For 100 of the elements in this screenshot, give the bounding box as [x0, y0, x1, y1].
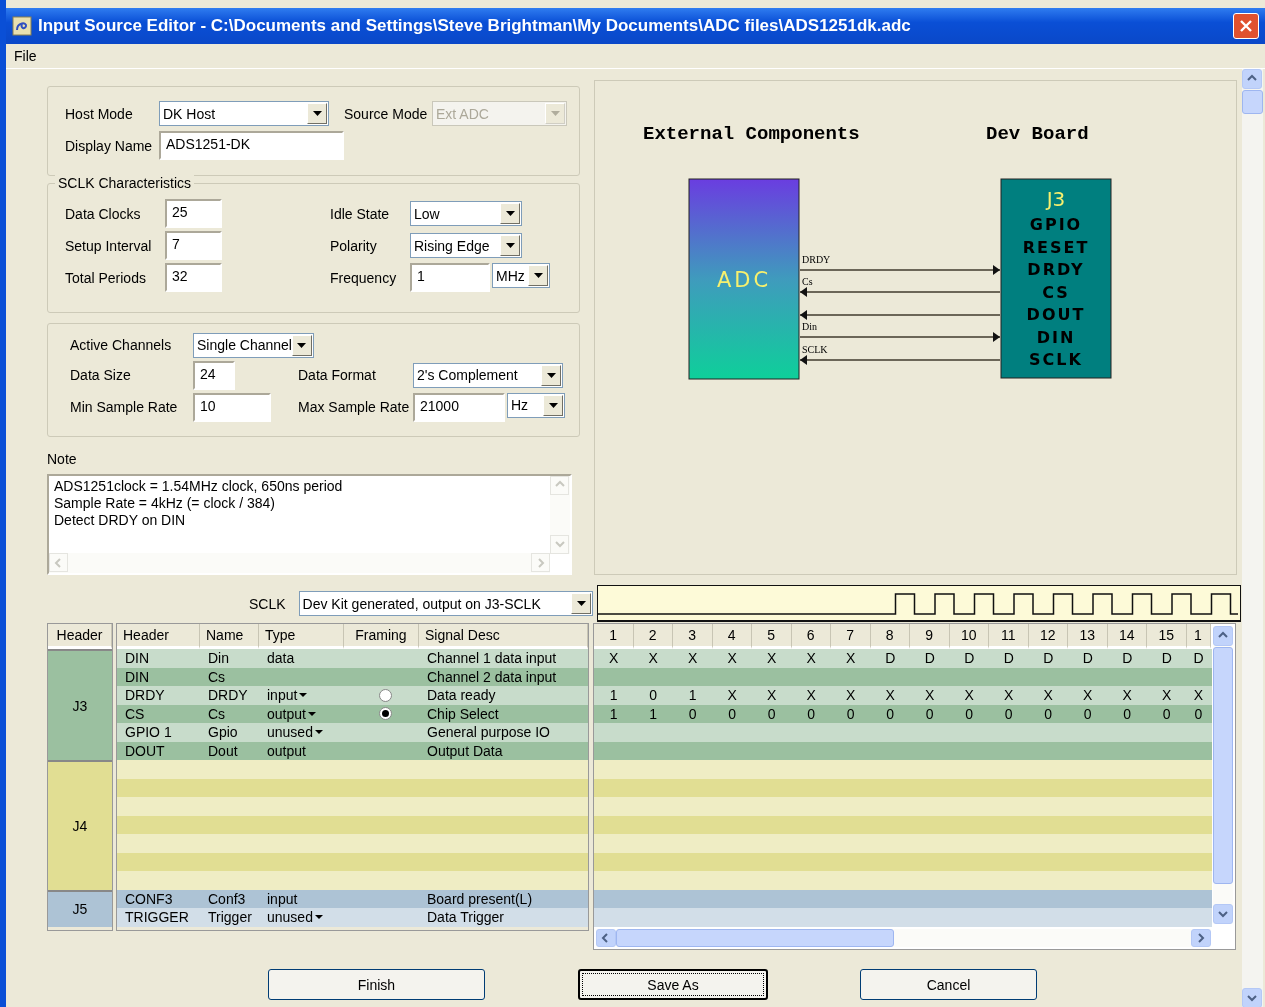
- scrollbar[interactable]: [550, 475, 570, 554]
- table-row[interactable]: TRIGGER Trigger unused Data Trigger: [117, 908, 588, 927]
- table-row[interactable]: GPIO 1 Gpio unused General purpose IO: [117, 723, 588, 742]
- table-row[interactable]: [594, 908, 1212, 927]
- table-row[interactable]: [594, 797, 1212, 816]
- radio-button[interactable]: [379, 707, 392, 721]
- column-header[interactable]: 13: [1068, 624, 1108, 649]
- note-field[interactable]: ADS1251clock = 1.54MHz clock, 650ns period Sample Rate = 4kHz (= clock / 384) Detect DRDY on DIN: [47, 473, 572, 575]
- type-dropdown[interactable]: output: [267, 705, 316, 722]
- scrollbar[interactable]: [1242, 69, 1263, 1007]
- dropdown[interactable]: Dev Kit generated, output on J3-SCLK: [298, 591, 593, 616]
- type-dropdown[interactable]: unused: [267, 909, 323, 926]
- table-cell-text: DRDY: [207, 687, 249, 704]
- diagram-heading: External Components: [643, 123, 860, 145]
- table-row[interactable]: DIN Din data Channel 1 data input: [117, 649, 588, 668]
- table-cell-text: 0: [727, 705, 738, 722]
- menu-item[interactable]: File: [14, 48, 37, 64]
- table-row[interactable]: [117, 797, 588, 816]
- chevron-icon: [1195, 932, 1207, 944]
- table-row[interactable]: DRDY DRDY input Data ready: [117, 686, 588, 705]
- dropdown[interactable]: Rising Edge: [410, 233, 522, 259]
- column-header[interactable]: 15: [1147, 624, 1187, 649]
- column-header[interactable]: 11: [989, 624, 1029, 649]
- column-header[interactable]: Signal Desc: [419, 624, 588, 649]
- table-cell-text: X: [845, 650, 857, 667]
- table-row[interactable]: [117, 871, 588, 890]
- table-cell: J3: [48, 649, 112, 760]
- field-label: Polarity: [330, 237, 378, 254]
- type-dropdown[interactable]: input: [267, 687, 308, 704]
- field-label: Source Mode: [344, 105, 429, 122]
- column-header[interactable]: 14: [1107, 624, 1147, 649]
- table-cell: input: [267, 890, 298, 907]
- type-dropdown[interactable]: unused: [267, 724, 323, 741]
- table-cell-text: Cs: [207, 705, 227, 722]
- column-header[interactable]: 1: [594, 624, 634, 649]
- unit-dropdown[interactable]: Hz: [507, 392, 565, 418]
- scroll-thumb[interactable]: [1213, 647, 1233, 884]
- window-title: Input Source Editor - C:\Documents and Settings\Steve Brightman\My Documents\ADC files\ADS1251dk.adc: [38, 16, 912, 36]
- caret-icon: [550, 111, 560, 116]
- column-header[interactable]: Framing: [344, 624, 419, 649]
- table-cell-text: 0: [1043, 705, 1054, 722]
- diagram-heading: Dev Board: [986, 123, 1089, 145]
- table-row[interactable]: X X X X X X X D D D D D D D D D: [594, 649, 1212, 668]
- scrollbar[interactable]: [596, 929, 1211, 947]
- scroll-thumb[interactable]: [616, 929, 894, 947]
- table-cell-text: CONF3: [124, 890, 174, 907]
- field-label: Data Format: [298, 367, 377, 384]
- table-row[interactable]: [117, 834, 588, 853]
- table-row[interactable]: [594, 871, 1212, 890]
- dialog-button[interactable]: Save As: [578, 969, 768, 1000]
- column-header[interactable]: 12: [1028, 624, 1068, 649]
- dialog-button[interactable]: Finish: [268, 969, 485, 1000]
- column-header[interactable]: 1: [1186, 624, 1211, 649]
- column-header[interactable]: 2: [633, 624, 673, 649]
- column-header[interactable]: 5: [752, 624, 792, 649]
- scrollbar[interactable]: [49, 553, 550, 573]
- caret-icon: [533, 273, 543, 279]
- column-header[interactable]: 7: [831, 624, 871, 649]
- dialog-button[interactable]: Cancel: [860, 969, 1037, 1000]
- close-button[interactable]: [1233, 13, 1259, 39]
- column-header[interactable]: 3: [673, 624, 713, 649]
- column-header[interactable]: Name: [200, 624, 259, 649]
- signal-label: Din: [802, 321, 817, 332]
- dropdown[interactable]: 2's Complement: [413, 362, 563, 388]
- table-cell-text: X: [884, 687, 896, 704]
- column-header[interactable]: Header: [117, 624, 200, 649]
- column-header[interactable]: 6: [791, 624, 831, 649]
- unit-dropdown[interactable]: MHz: [492, 263, 550, 289]
- table-cell-text: 0: [648, 687, 659, 704]
- column-header[interactable]: 10: [949, 624, 989, 649]
- caret-icon: [299, 693, 308, 698]
- table-cell-text: X: [1192, 687, 1205, 704]
- input-field[interactable]: 21000: [413, 392, 505, 422]
- close-icon: [1240, 20, 1252, 32]
- scrollbar[interactable]: [1213, 626, 1233, 924]
- dropdown[interactable]: DK Host: [159, 101, 329, 126]
- input-field[interactable]: 24: [193, 360, 235, 390]
- input-field[interactable]: 32: [165, 263, 222, 293]
- column-header[interactable]: 9: [910, 624, 950, 649]
- table-row[interactable]: [594, 834, 1212, 853]
- radio-button[interactable]: [379, 688, 392, 702]
- table-cell-text: DOUT: [124, 742, 166, 759]
- dev-board-block: J3 GPIO RESET DRDY CS DOUT DIN SCLK: [1000, 178, 1112, 379]
- input-field[interactable]: 1: [410, 263, 490, 293]
- dropdown[interactable]: Single Channel: [193, 332, 314, 358]
- input-field[interactable]: 10: [193, 392, 271, 422]
- column-header[interactable]: Header: [48, 624, 112, 649]
- input-field[interactable]: 7: [165, 231, 222, 261]
- column-header[interactable]: 8: [870, 624, 910, 649]
- table-cell-text: 0: [885, 705, 896, 722]
- table-row[interactable]: [594, 723, 1212, 742]
- column-header[interactable]: Type: [259, 624, 344, 649]
- input-field[interactable]: 25: [165, 199, 222, 229]
- table-row[interactable]: [117, 760, 588, 779]
- scroll-thumb[interactable]: [1242, 90, 1263, 114]
- table-row[interactable]: [594, 760, 1212, 779]
- column-header[interactable]: 4: [712, 624, 752, 649]
- dropdown[interactable]: Low: [410, 201, 522, 227]
- input-field[interactable]: ADS1251-DK: [159, 131, 344, 160]
- table-row[interactable]: 1 0 1 X X X X X X X X X X X X X: [594, 686, 1212, 705]
